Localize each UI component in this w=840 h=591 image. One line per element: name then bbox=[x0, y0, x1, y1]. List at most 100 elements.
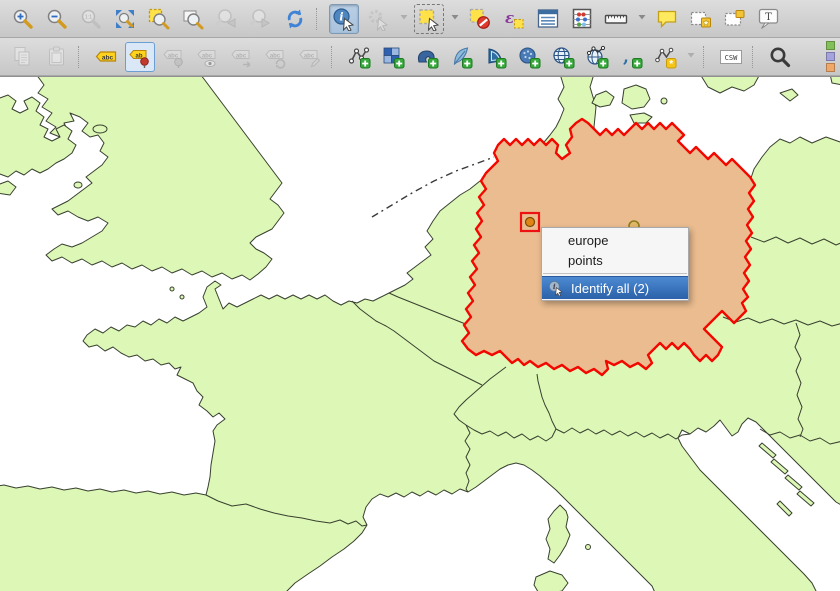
new-virtual-layer-button[interactable]: * bbox=[650, 42, 680, 72]
show-bookmarks-icon bbox=[723, 7, 747, 31]
chevron-down-icon bbox=[449, 5, 461, 32]
new-bookmark-icon bbox=[689, 7, 713, 31]
statistical-summary-button[interactable] bbox=[567, 4, 597, 34]
add-vector-icon bbox=[347, 45, 371, 69]
move-label-button: abc bbox=[227, 42, 257, 72]
layer-labeling-button[interactable]: abc bbox=[91, 42, 121, 72]
zoom-in-button[interactable] bbox=[8, 4, 38, 34]
add-postgis-icon bbox=[415, 45, 439, 69]
select-features-dropdown[interactable] bbox=[448, 4, 461, 34]
search-button[interactable] bbox=[765, 42, 795, 72]
zoom-layer-icon bbox=[181, 7, 205, 31]
zoom-last-icon bbox=[215, 7, 239, 31]
paste-icon bbox=[45, 45, 69, 69]
open-attribute-table-button[interactable] bbox=[533, 4, 563, 34]
zoom-full-extent-button[interactable] bbox=[110, 4, 140, 34]
label-pin2-icon: abc bbox=[162, 45, 186, 69]
funen bbox=[592, 91, 614, 107]
text-annotation-button[interactable]: T bbox=[754, 4, 784, 34]
select-icon bbox=[417, 7, 441, 31]
csw-search-button[interactable]: CSW bbox=[716, 42, 746, 72]
add-postgis-layer-button[interactable] bbox=[412, 42, 442, 72]
show-hide-labels-button: abc bbox=[193, 42, 223, 72]
add-db2-layer-button[interactable] bbox=[514, 42, 544, 72]
zoom-to-layer-button[interactable] bbox=[178, 4, 208, 34]
statistics-icon bbox=[570, 7, 594, 31]
select-by-expression-button[interactable]: ε bbox=[499, 4, 529, 34]
chevron-down-icon bbox=[398, 5, 410, 32]
add-wms-layer-button[interactable] bbox=[548, 42, 578, 72]
overflow-strip-square bbox=[826, 52, 835, 61]
map-tips-icon bbox=[655, 7, 679, 31]
bornholm bbox=[780, 89, 798, 101]
map-canvas[interactable] bbox=[0, 76, 840, 591]
pin-labels-button[interactable]: ab bbox=[125, 42, 155, 72]
add-raster-layer-button[interactable] bbox=[378, 42, 408, 72]
add-delimited-text-layer-button[interactable]: , bbox=[616, 42, 646, 72]
chevron-down-icon bbox=[636, 5, 648, 32]
corsica bbox=[546, 505, 570, 563]
identify-all-label: Identify all (2) bbox=[571, 281, 649, 296]
label-rotate-icon: abc bbox=[264, 45, 288, 69]
svg-text:abc: abc bbox=[236, 53, 247, 59]
expression-icon: ε bbox=[502, 7, 526, 31]
identify-features-button[interactable]: i bbox=[329, 4, 359, 34]
overflow-strip-square bbox=[826, 41, 835, 50]
identify-icon: i bbox=[332, 7, 356, 31]
add-spatialite-icon bbox=[449, 45, 473, 69]
add-raster-icon bbox=[381, 45, 405, 69]
zoom-out-button[interactable] bbox=[42, 4, 72, 34]
map-tips-button[interactable] bbox=[652, 4, 682, 34]
svg-text:,: , bbox=[623, 47, 629, 67]
identify-icon: i bbox=[548, 280, 564, 296]
toolbar-separator bbox=[78, 46, 85, 68]
add-db2-icon bbox=[517, 45, 541, 69]
context-menu-item-points[interactable]: points bbox=[542, 251, 688, 271]
overflow-strip-square bbox=[826, 63, 835, 72]
csw-icon: CSW bbox=[719, 45, 743, 69]
zealand bbox=[622, 85, 650, 109]
isle-of-man bbox=[93, 125, 107, 133]
zoom-last-button bbox=[212, 4, 242, 34]
ireland-south bbox=[0, 181, 16, 195]
context-menu-item-identify-all[interactable]: i Identify all (2) bbox=[542, 276, 688, 299]
sweden-coast bbox=[700, 77, 760, 93]
add-mssql-layer-button[interactable] bbox=[480, 42, 510, 72]
deselect-features-button[interactable] bbox=[465, 4, 495, 34]
toolbar-separator bbox=[703, 46, 710, 68]
sweden-coast-east bbox=[830, 77, 840, 85]
deselect-icon bbox=[468, 7, 492, 31]
attribute-table-icon bbox=[536, 7, 560, 31]
great-britain bbox=[36, 77, 284, 280]
refresh-map-button[interactable] bbox=[280, 4, 310, 34]
measure-icon bbox=[604, 7, 628, 31]
add-wfs-layer-button[interactable] bbox=[582, 42, 612, 72]
toolbar-row-layers: abcababcabcabcabcabc,*CSW bbox=[0, 38, 840, 76]
run-feature-action-button bbox=[363, 4, 393, 34]
croatian-island bbox=[777, 501, 792, 516]
toolbar-separator bbox=[316, 8, 323, 30]
svg-text:*: * bbox=[669, 59, 673, 69]
add-spatialite-layer-button[interactable] bbox=[446, 42, 476, 72]
select-features-button[interactable] bbox=[414, 4, 444, 34]
show-bookmarks-button[interactable] bbox=[720, 4, 750, 34]
zoom-next-button bbox=[246, 4, 276, 34]
context-menu-item-europe[interactable]: europe bbox=[542, 231, 688, 251]
action-icon bbox=[366, 7, 390, 31]
zoom-full-icon bbox=[113, 7, 137, 31]
add-delimited-text-icon: , bbox=[619, 45, 643, 69]
add-vector-layer-button[interactable] bbox=[344, 42, 374, 72]
new-bookmark-button[interactable] bbox=[686, 4, 716, 34]
rotate-label-button: abc bbox=[261, 42, 291, 72]
svg-text:i: i bbox=[553, 282, 556, 291]
measure-dropdown[interactable] bbox=[635, 4, 648, 34]
croatian-island bbox=[759, 443, 776, 458]
toolbar-overflow-strip[interactable] bbox=[826, 41, 836, 72]
zoom-to-selection-button[interactable] bbox=[144, 4, 174, 34]
toolbar-row-navigation: 1:1 i ε T bbox=[0, 0, 840, 38]
paste-features-button bbox=[42, 42, 72, 72]
measure-line-button[interactable] bbox=[601, 4, 631, 34]
label-pin-icon: ab bbox=[128, 45, 152, 69]
svg-text:1:1: 1:1 bbox=[85, 14, 92, 20]
feature-action-dropdown bbox=[397, 4, 410, 34]
